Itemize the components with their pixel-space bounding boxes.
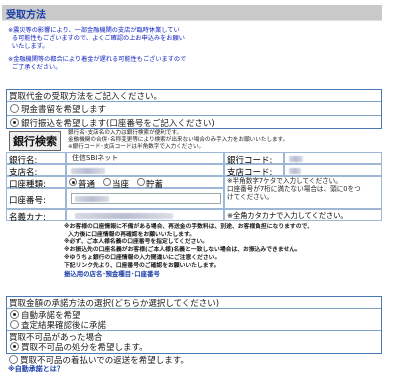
option-bank-transfer[interactable]: 銀行振込を希望します(口座番号をご記入ください)	[21, 117, 215, 129]
bank-form: 銀行名: 住信SBIネット 銀行コード: 支店名: 支店コード: 口座種類: 普…	[6, 152, 382, 231]
radio-bank-transfer[interactable]	[10, 118, 19, 127]
bank-code-field[interactable]	[289, 156, 303, 162]
section-title: 受取方法	[6, 10, 46, 21]
radio-return-unavailable[interactable]	[9, 355, 18, 364]
bank-info-link[interactable]: 振込用の店名･預金種目･口座番号	[64, 270, 160, 279]
branch-code-field[interactable]	[289, 168, 301, 174]
option-cash-registered[interactable]: 現金書留を希望します	[21, 103, 106, 115]
account-holder-label: 名義カナ:	[9, 213, 46, 223]
approval-section: 買取金額の承諾方法の選択(どちらか選択してください) 自動承諾を希望 査定結果確…	[6, 296, 382, 354]
radio-account-ordinary[interactable]	[69, 178, 77, 186]
bank-name-field[interactable]: 住信SBIネット	[69, 153, 219, 163]
bank-search-button[interactable]: 銀行検索	[9, 131, 61, 151]
receipt-method-section: 買取代金の受取方法をご記入ください。 現金書留を希望します 銀行振込を希望します…	[6, 89, 382, 129]
branch-name-field[interactable]	[71, 168, 105, 174]
radio-auto-approve[interactable]	[10, 310, 19, 319]
account-number-label: 口座番号:	[9, 196, 46, 206]
bank-search-help: 銀行名･支店名の入力は銀行検索が便利です。 金融機関の合併･名称変更等により検索…	[68, 130, 289, 150]
section-header: 受取方法	[2, 5, 382, 21]
radio-cash-registered[interactable]	[10, 104, 19, 113]
option-dispose-unavailable[interactable]: 買取不可品の処分を希望します。	[21, 341, 148, 353]
bank-warnings: ※お客様の口座情報に不備がある場合、再送金の手数料は、別途、お客様負担になります…	[64, 224, 313, 269]
account-number-field[interactable]	[71, 193, 221, 204]
notice-delay: ※金融機関等の都合により着金が遅れる可能性もございますので ご了承ください。	[8, 56, 187, 71]
radio-account-current[interactable]	[103, 178, 111, 186]
radio-dispose-unavailable[interactable]	[10, 342, 19, 351]
account-holder-field[interactable]	[75, 213, 173, 219]
auto-approval-help-link[interactable]: ※自動承諾とは？	[8, 365, 64, 374]
radio-account-savings[interactable]	[137, 178, 145, 186]
account-number-hint: ※半角数字7ケタで入力してください。 口座番号が7桁に満たない場合は、頭に0をつ…	[227, 177, 361, 202]
account-holder-hint: ※全角カタカナで入力してください。	[227, 211, 348, 220]
notice-closure: ※震災等の影響により、一部金融機関の支店が臨時休業してい る可能性もございますの…	[8, 27, 185, 50]
radio-approve-after-review[interactable]	[10, 320, 19, 329]
